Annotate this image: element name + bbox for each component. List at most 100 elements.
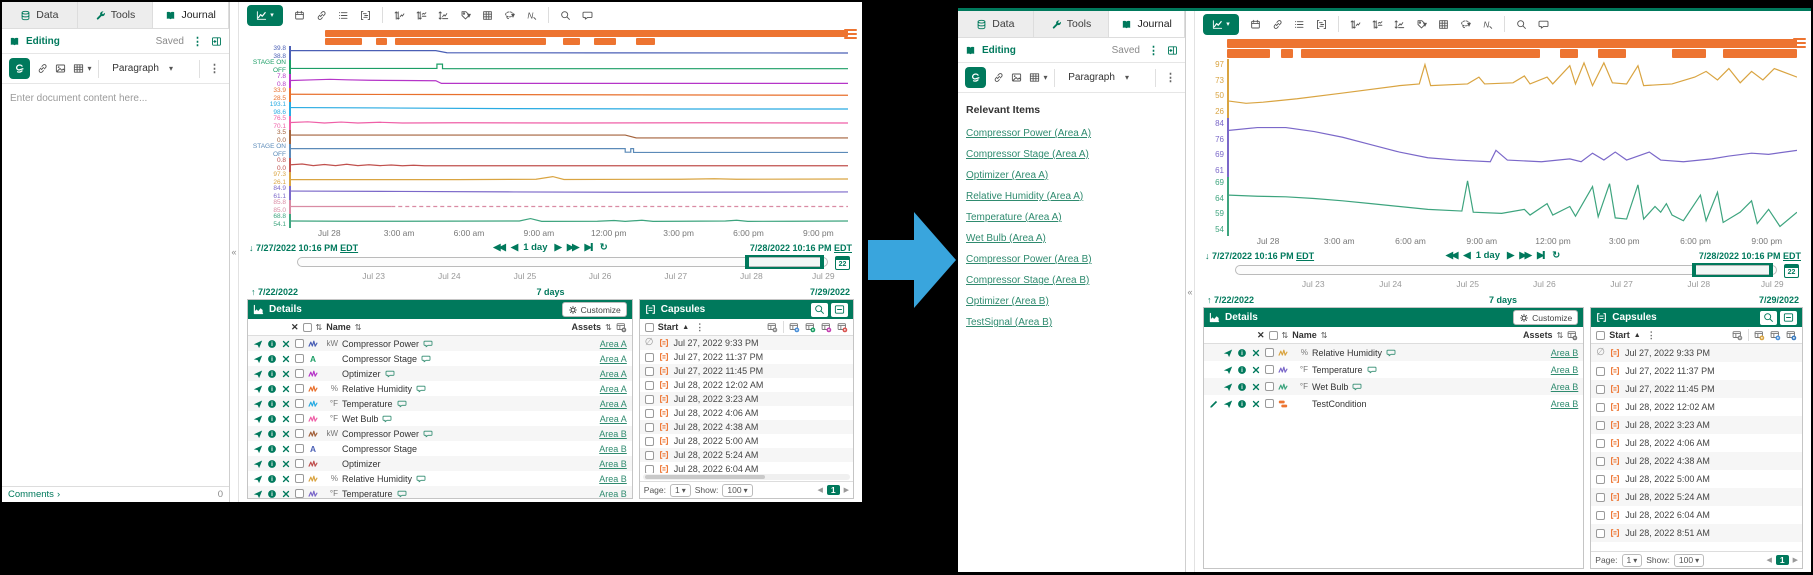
capsule-row[interactable]: Jul 28, 2022 6:04 AM <box>640 462 853 473</box>
table-row[interactable]: iOptimizerArea A <box>248 366 632 381</box>
capsule-segment[interactable] <box>325 38 361 45</box>
collapse-panel-button[interactable] <box>1780 311 1797 325</box>
capsule-segment[interactable] <box>1281 49 1292 58</box>
investigate-start[interactable]: 7/22/2022 <box>258 287 298 297</box>
expand-panel-icon[interactable] <box>1167 45 1178 56</box>
capsule-segment[interactable] <box>1598 49 1627 58</box>
table-caret-icon[interactable]: ▾ <box>1043 73 1047 82</box>
next-page-button[interactable]: ▶ <box>844 486 849 494</box>
remove-icon[interactable] <box>281 369 291 379</box>
trend-chart[interactable]: 39.838.8STAGE ONOFF7.80.833.928.5193.198… <box>239 28 862 228</box>
table-row[interactable]: iOptimizerArea B <box>248 456 632 471</box>
info-icon[interactable]: i <box>267 339 277 349</box>
sort-icon[interactable]: ⇅ <box>1557 331 1564 340</box>
column-header-start[interactable]: Start <box>1609 330 1630 340</box>
toolbar-comment-button[interactable] <box>578 6 597 25</box>
capsule-row[interactable]: Jul 27, 2022 11:45 PM <box>1591 380 1802 398</box>
row-checkbox[interactable] <box>1596 385 1605 394</box>
row-checkbox[interactable] <box>1596 493 1605 502</box>
info-icon[interactable]: i <box>267 429 277 439</box>
toolbar-zoom-button[interactable] <box>556 6 575 25</box>
row-checkbox[interactable] <box>295 354 304 363</box>
table-row[interactable]: i°FTemperatureArea B <box>248 486 632 498</box>
sidebar-collapse-handle[interactable]: « <box>1186 11 1195 572</box>
row-checkbox[interactable] <box>295 399 304 408</box>
remove-icon[interactable] <box>281 429 291 439</box>
capsule-row[interactable]: Jul 28, 2022 4:06 AM <box>1591 434 1802 452</box>
column-header-assets[interactable]: Assets <box>1523 330 1553 340</box>
step-forward-fast-button[interactable]: ▶▶ <box>567 242 578 253</box>
info-icon[interactable]: i <box>267 444 277 454</box>
search-capsules-button[interactable] <box>1760 311 1777 325</box>
capsule-segment[interactable] <box>395 38 546 45</box>
capsule-segment[interactable] <box>376 38 387 45</box>
format-more-icon[interactable]: ⋮ <box>207 62 222 75</box>
timezone-link[interactable]: EDT <box>834 243 852 253</box>
table-row[interactable]: i°FWet BulbArea A <box>248 411 632 426</box>
pin-icon[interactable] <box>253 429 263 439</box>
remove-icon[interactable] <box>281 354 291 364</box>
remove-icon[interactable] <box>281 489 291 499</box>
sort-icon[interactable]: ⇅ <box>1282 331 1289 340</box>
investigate-duration[interactable]: 7 days <box>1489 295 1517 305</box>
asset-link[interactable]: Area B <box>1551 348 1579 358</box>
info-icon[interactable]: i <box>267 384 277 394</box>
insert-link-icon[interactable] <box>993 72 1004 83</box>
pin-icon[interactable] <box>253 399 263 409</box>
row-checkbox[interactable] <box>645 367 654 376</box>
asset-link[interactable]: Area A <box>600 414 627 424</box>
capsule-segment[interactable] <box>1672 49 1706 58</box>
sort-icon[interactable]: ⇅ <box>605 323 612 332</box>
pin-icon[interactable] <box>253 414 263 424</box>
row-checkbox[interactable] <box>295 369 304 378</box>
table-settings-icon[interactable] <box>616 322 627 333</box>
select-all-checkbox[interactable] <box>645 323 654 332</box>
insert-image-icon[interactable] <box>55 63 66 74</box>
pin-icon[interactable] <box>1223 348 1233 358</box>
info-icon[interactable]: i <box>1237 382 1247 392</box>
capsule-row[interactable]: Jul 27, 2022 11:37 PM <box>640 350 853 364</box>
comment-bubble-icon[interactable] <box>397 399 407 409</box>
row-checkbox[interactable] <box>645 395 654 404</box>
relevant-item-link[interactable]: TestSignal (Area B) <box>966 317 1177 328</box>
asset-link[interactable]: Area B <box>1551 382 1579 392</box>
toolbar-grid-button[interactable] <box>1434 15 1453 34</box>
table-row[interactable]: i%Relative HumidityArea B <box>1204 344 1583 361</box>
row-checkbox[interactable] <box>295 459 304 468</box>
remove-icon[interactable] <box>281 459 291 469</box>
row-checkbox[interactable] <box>1596 457 1605 466</box>
relevant-item-link[interactable]: Optimizer (Area B) <box>966 296 1177 307</box>
seeq-content-button[interactable] <box>965 67 986 88</box>
customize-button[interactable]: Customize <box>1513 310 1578 325</box>
timeline-selection[interactable] <box>745 255 824 269</box>
row-checkbox[interactable] <box>1596 367 1605 376</box>
table-row[interactable]: i%Relative HumidityArea B <box>248 471 632 486</box>
trend-chart[interactable]: 977350268476696169645954 <box>1195 37 1811 236</box>
seeq-content-button[interactable] <box>9 58 30 79</box>
asset-link[interactable]: Area A <box>600 399 627 409</box>
display-end[interactable]: 7/28/2022 10:16 PM <box>1699 251 1781 261</box>
add-stat-column-icon[interactable] <box>789 322 800 333</box>
step-to-end-button[interactable]: ▶ <box>584 242 592 253</box>
capsule-segment[interactable] <box>1723 49 1797 58</box>
toolbar-capsules-button[interactable] <box>1312 15 1331 34</box>
pin-icon[interactable] <box>1223 399 1233 409</box>
info-icon[interactable]: i <box>267 354 277 364</box>
investigate-end[interactable]: 7/29/2022 <box>810 287 850 297</box>
sort-icon[interactable]: ⇅ <box>1321 331 1328 340</box>
tab-data[interactable]: Data <box>958 11 1034 37</box>
capsule-segment[interactable] <box>594 38 616 45</box>
table-row[interactable]: ikWCompressor PowerArea A <box>248 336 632 351</box>
table-row[interactable]: ikWCompressor PowerArea B <box>248 426 632 441</box>
toolbar-calendar-button[interactable] <box>1246 15 1265 34</box>
column-header-assets[interactable]: Assets <box>572 322 602 332</box>
timeline-selection[interactable] <box>1692 263 1773 277</box>
add-stat-column-icon[interactable] <box>767 322 778 333</box>
toolbar-dim1-button[interactable] <box>390 6 409 25</box>
relevant-item-link[interactable]: Optimizer (Area A) <box>966 170 1177 181</box>
insert-image-icon[interactable] <box>1011 72 1022 83</box>
capsule-row[interactable]: ∅Jul 27, 2022 9:33 PM <box>640 336 853 350</box>
asset-link[interactable]: Area B <box>599 459 627 469</box>
table-settings-icon[interactable] <box>1567 330 1578 341</box>
journal-editor[interactable]: Enter document content here... <box>2 84 229 486</box>
